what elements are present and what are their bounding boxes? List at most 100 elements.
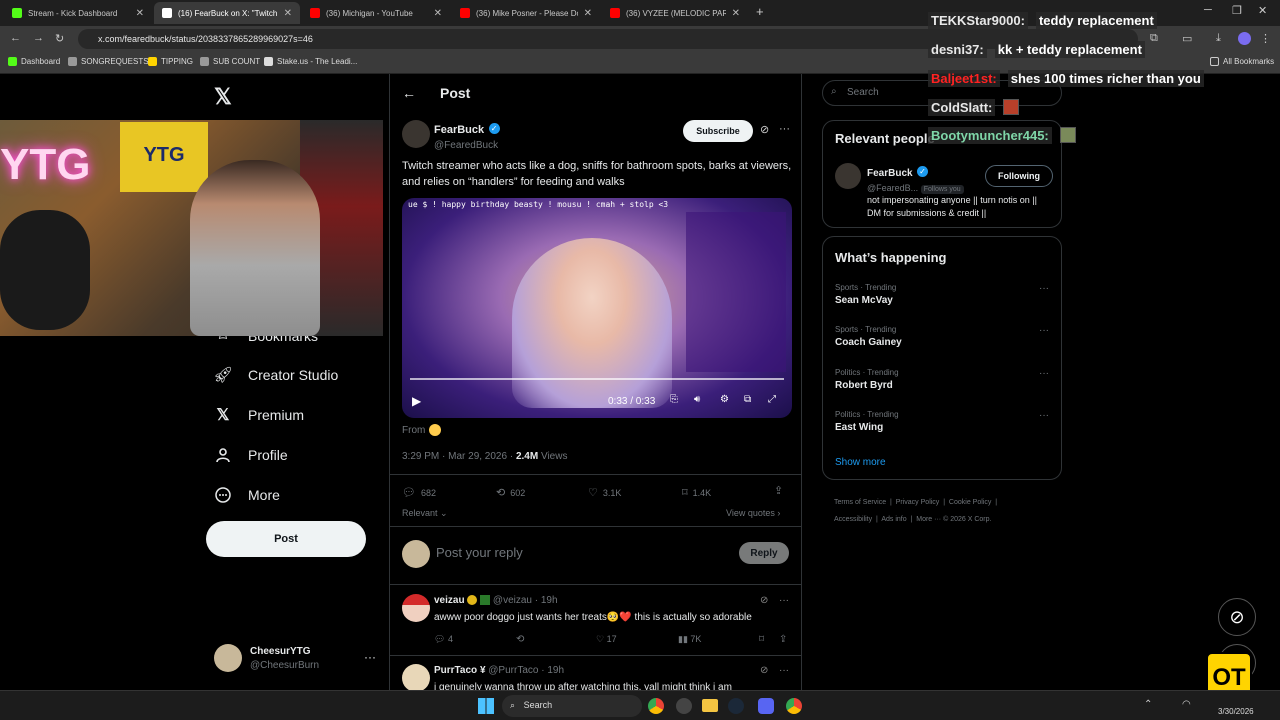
- reply-comment-action[interactable]: 💬︎ 4: [434, 634, 453, 645]
- person-info[interactable]: FearBuck ✓ @FearedB... Follows you: [867, 163, 964, 194]
- trend-item[interactable]: Politics · Trending East Wing ···: [835, 410, 1051, 433]
- trend-item[interactable]: Sports · Trending Sean McVay ···: [835, 283, 1051, 306]
- close-window-icon[interactable]: ✕: [1258, 4, 1267, 17]
- close-tab-icon[interactable]: ✕: [584, 8, 592, 19]
- play-icon[interactable]: ▶: [412, 394, 421, 408]
- trend-more-icon[interactable]: ···: [1039, 283, 1049, 294]
- extensions-icon[interactable]: ⧉: [1150, 32, 1158, 45]
- browser-tab[interactable]: (36) VYZEE (MELODIC PART) - Y ✕: [602, 2, 748, 24]
- share-icon[interactable]: ⇪: [779, 634, 787, 645]
- close-tab-icon[interactable]: ✕: [136, 8, 144, 19]
- browser-tab[interactable]: Stream - Kick Dashboard ✕: [4, 2, 152, 24]
- grok-icon[interactable]: ⊘: [760, 595, 768, 606]
- volume-icon[interactable]: 🔊︎: [694, 394, 700, 405]
- bookmark-item[interactable]: SONGREQUESTS: [68, 57, 149, 66]
- trend-more-icon[interactable]: ···: [1039, 410, 1049, 421]
- reply-item[interactable]: veizau @veizau · 19h ⊘ ··· awww poor dog…: [390, 590, 801, 654]
- account-switcher[interactable]: CheesurYTG @CheesurBurn ···: [214, 644, 384, 676]
- download-icon[interactable]: ⤓: [1216, 32, 1221, 45]
- repost-icon[interactable]: ⟲: [516, 634, 524, 645]
- folder-icon[interactable]: [702, 699, 718, 712]
- nav-item-premium[interactable]: 𝕏 Premium: [214, 406, 304, 424]
- browser-tab[interactable]: (36) Michigan - YouTube ✕: [302, 2, 450, 24]
- share-icon[interactable]: ⇪: [774, 484, 783, 497]
- video-progress-track[interactable]: [410, 378, 784, 380]
- minimize-window-icon[interactable]: ─: [1204, 4, 1212, 16]
- footer-link[interactable]: Cookie Policy: [949, 499, 991, 506]
- chevron-up-icon[interactable]: ⌃: [1144, 699, 1152, 710]
- reply-views-action[interactable]: ▮▮ 7K: [678, 634, 701, 645]
- post-button[interactable]: Post: [206, 521, 366, 557]
- footer-link[interactable]: Privacy Policy: [896, 499, 940, 506]
- following-button[interactable]: Following: [985, 165, 1053, 187]
- trend-item[interactable]: Politics · Trending Robert Byrd ···: [835, 368, 1051, 391]
- nav-item-more[interactable]: More: [214, 486, 280, 504]
- chrome-icon[interactable]: [786, 698, 802, 714]
- reload-icon[interactable]: ↻: [55, 32, 64, 45]
- bookmark-item[interactable]: Stake.us - The Leadi...: [264, 57, 357, 66]
- steam-icon[interactable]: [728, 698, 744, 714]
- browser-tab[interactable]: (36) Mike Posner - Please Don't ✕: [452, 2, 600, 24]
- obs-icon[interactable]: [676, 698, 692, 714]
- grok-icon[interactable]: ⊘: [760, 665, 768, 676]
- grok-icon[interactable]: ⊘: [760, 123, 769, 136]
- bookmark-item[interactable]: TIPPING: [148, 57, 193, 66]
- footer-link[interactable]: Accessibility: [834, 516, 872, 523]
- repost-action[interactable]: ⟲ 602: [496, 486, 525, 499]
- nav-item-creator-studio[interactable]: 🚀︎ Creator Studio: [213, 366, 338, 384]
- menu-kebab-icon[interactable]: ⋮: [1260, 32, 1271, 45]
- settings-gear-icon[interactable]: ⚙: [720, 394, 729, 405]
- maximize-window-icon[interactable]: ❐: [1232, 4, 1242, 17]
- like-action[interactable]: ♡ 3.1K: [588, 486, 621, 499]
- forward-icon[interactable]: →: [33, 32, 44, 44]
- bookmark-action[interactable]: ⌑ 1.4K: [682, 486, 711, 499]
- grok-float-icon[interactable]: ⊘: [1218, 598, 1256, 636]
- discord-icon[interactable]: [758, 698, 774, 714]
- person-avatar[interactable]: [835, 163, 861, 189]
- author-avatar[interactable]: [402, 120, 430, 148]
- reply-input[interactable]: Post your reply: [436, 545, 523, 560]
- reply-more-icon[interactable]: ···: [779, 595, 789, 606]
- reply-more-icon[interactable]: ···: [779, 665, 789, 676]
- author-info[interactable]: FearBuck ✓ @FearedBuck: [434, 120, 500, 151]
- trend-more-icon[interactable]: ···: [1039, 325, 1049, 336]
- footer-link[interactable]: More ···: [916, 516, 941, 523]
- picture-in-picture-icon[interactable]: ⧉: [744, 394, 751, 405]
- windows-start-icon[interactable]: [478, 698, 494, 714]
- wifi-icon[interactable]: ◠: [1182, 699, 1191, 710]
- show-more-link[interactable]: Show more: [835, 457, 886, 468]
- chrome-icon[interactable]: [648, 698, 664, 714]
- trend-more-icon[interactable]: ···: [1039, 368, 1049, 379]
- post-more-icon[interactable]: ···: [779, 123, 790, 135]
- bookmark-icon[interactable]: ⌑: [759, 634, 764, 645]
- close-tab-icon[interactable]: ✕: [732, 8, 740, 19]
- profile-avatar-icon[interactable]: [1238, 32, 1251, 45]
- all-bookmarks[interactable]: All Bookmarks: [1210, 57, 1274, 66]
- bookmark-item[interactable]: Dashboard: [8, 57, 60, 66]
- reply-button[interactable]: Reply: [739, 542, 789, 564]
- fullscreen-icon[interactable]: ⤢: [768, 394, 776, 405]
- footer-link[interactable]: Ads info: [881, 516, 906, 523]
- bookmark-item[interactable]: SUB COUNT: [200, 57, 260, 66]
- taskbar-date[interactable]: 3/30/2026: [1218, 707, 1254, 716]
- new-tab-icon[interactable]: +: [756, 4, 764, 19]
- footer-link[interactable]: Terms of Service: [834, 499, 886, 506]
- nav-item-profile[interactable]: Profile: [214, 446, 288, 464]
- reply-action[interactable]: 💬︎ 682: [402, 486, 436, 499]
- subscribe-button[interactable]: Subscribe: [683, 120, 753, 142]
- back-icon[interactable]: ←: [10, 32, 21, 44]
- video-player[interactable]: ue $ ! happy birthday beasty ! mousu ! c…: [402, 198, 792, 418]
- reply-sort-dropdown[interactable]: Relevant ⌄: [402, 508, 448, 519]
- account-more-icon[interactable]: ···: [364, 650, 376, 664]
- sidebar-icon[interactable]: ▭: [1182, 32, 1192, 45]
- close-tab-icon[interactable]: ✕: [434, 8, 442, 19]
- captions-icon[interactable]: ⎘: [670, 394, 678, 405]
- trend-item[interactable]: Sports · Trending Coach Gainey ···: [835, 325, 1051, 348]
- view-quotes-link[interactable]: View quotes ›: [726, 508, 780, 518]
- x-logo-icon[interactable]: 𝕏: [214, 84, 232, 110]
- reply-like-action[interactable]: ♡ 17: [596, 634, 617, 645]
- close-tab-icon[interactable]: ✕: [284, 8, 292, 19]
- taskbar-search[interactable]: ⌕ Search: [502, 695, 642, 717]
- browser-tab-active[interactable]: (16) FearBuck on X: "Twitch streamer ✕: [154, 2, 300, 24]
- back-arrow-icon[interactable]: ←: [402, 85, 416, 101]
